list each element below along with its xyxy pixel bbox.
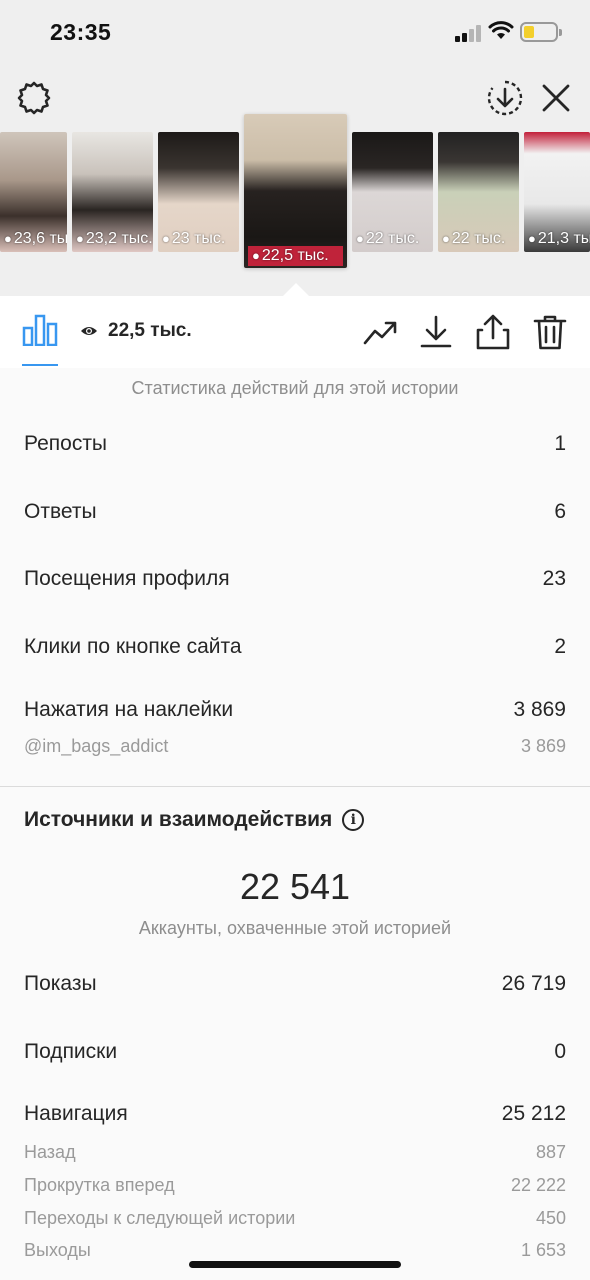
stat-value: 887 (535, 1142, 566, 1162)
story-thumbnail[interactable]: ●23,6 тыс. (0, 132, 67, 252)
eye-icon: ● (252, 248, 260, 263)
stats-toolbar: 22,5 тыс. (0, 296, 590, 368)
story-thumbnail-active[interactable]: ● 22,5 тыс. (244, 114, 347, 268)
stat-value: 450 (535, 1208, 566, 1228)
stat-value: 3 869 (520, 736, 566, 756)
stat-row-next-story: Переходы к следующей истории 450 (24, 1208, 566, 1229)
stat-value: 0 (554, 1040, 566, 1063)
stat-row-website-clicks: Клики по кнопке сайта 2 (24, 635, 566, 659)
stat-label: Прокрутка вперед (24, 1175, 175, 1195)
trending-icon[interactable] (362, 314, 398, 350)
stat-label: Репосты (24, 432, 108, 455)
stat-row-reposts: Репосты 1 (24, 432, 566, 456)
stat-row-sticker-account: @im_bags_addict 3 869 (24, 736, 566, 757)
actions-subtitle: Статистика действий для этой истории (131, 378, 459, 398)
eye-icon (81, 327, 97, 335)
stat-value: 1 (554, 432, 566, 455)
eye-icon: ● (76, 231, 84, 246)
stat-value: 26 719 (501, 972, 566, 995)
story-thumbnail[interactable]: ● 23,2 тыс. (72, 132, 153, 252)
bar-chart-icon[interactable] (22, 314, 58, 346)
eye-icon: ● (528, 231, 536, 246)
stat-row-sticker-taps: Нажатия на наклейки 3 869 (24, 698, 566, 722)
stat-label: Показы (24, 972, 97, 995)
stat-row-impressions: Показы 26 719 (24, 972, 566, 996)
stat-label: Нажатия на наклейки (24, 698, 234, 721)
story-thumbnails: ●23,6 тыс. ●23,2 тыс. ●23 тыс. ●22,5 тыс… (0, 0, 590, 296)
stat-value: 3 869 (513, 698, 566, 721)
story-thumbnail[interactable]: ● 23 тыс. (158, 132, 239, 252)
info-icon[interactable]: i (342, 809, 365, 831)
story-thumbnail[interactable]: ● 22 тыс. (438, 132, 519, 252)
stat-row-replies: Ответы 6 (24, 500, 566, 524)
selected-pointer (283, 283, 309, 296)
stat-label: Переходы к следующей истории (24, 1208, 296, 1228)
reach-number: 22 541 (239, 866, 351, 907)
reach-label: Аккаунты, охваченные этой историей (138, 918, 452, 938)
views-count: 22,5 тыс. (108, 320, 192, 341)
stat-label: Выходы (24, 1240, 91, 1260)
share-icon[interactable] (475, 314, 511, 350)
tab-underline (22, 364, 58, 366)
story-thumbnail[interactable]: ● 22 тыс. (352, 132, 433, 252)
eye-icon: ● (4, 231, 12, 246)
stat-label: Посещения профиля (24, 567, 230, 590)
eye-icon: ● (356, 231, 364, 246)
home-indicator[interactable] (189, 1261, 401, 1268)
stat-value: 1 653 (520, 1240, 566, 1260)
trash-icon[interactable] (532, 314, 568, 350)
stat-label: Клики по кнопке сайта (24, 635, 242, 658)
story-thumbnail[interactable]: ●21,3 тыс. (524, 132, 590, 252)
stat-value: 22 222 (510, 1175, 566, 1195)
stat-label: Назад (24, 1142, 76, 1162)
stat-row-forward: Прокрутка вперед 22 222 (24, 1175, 566, 1196)
stat-row-navigation: Навигация 25 212 (24, 1102, 566, 1126)
stat-value: 25 212 (501, 1102, 566, 1125)
download-icon[interactable] (418, 314, 454, 350)
eye-icon: ● (442, 231, 450, 246)
stat-row-profile-visits: Посещения профиля 23 (24, 567, 566, 591)
divider (0, 786, 590, 787)
stat-label: Ответы (24, 500, 97, 523)
eye-icon: ● (162, 231, 170, 246)
stat-label: Навигация (24, 1102, 128, 1125)
stat-label[interactable]: @im_bags_addict (24, 736, 168, 757)
stat-label: Подписки (24, 1040, 118, 1063)
stat-value: 23 (542, 567, 566, 590)
sources-title: Источники и взаимодействия i (24, 808, 365, 832)
stat-row-follows: Подписки 0 (24, 1040, 566, 1064)
stat-row-exits: Выходы 1 653 (24, 1240, 566, 1261)
stat-value: 6 (554, 500, 566, 523)
stat-value: 2 (554, 635, 566, 658)
stat-row-back: Назад 887 (24, 1142, 566, 1163)
